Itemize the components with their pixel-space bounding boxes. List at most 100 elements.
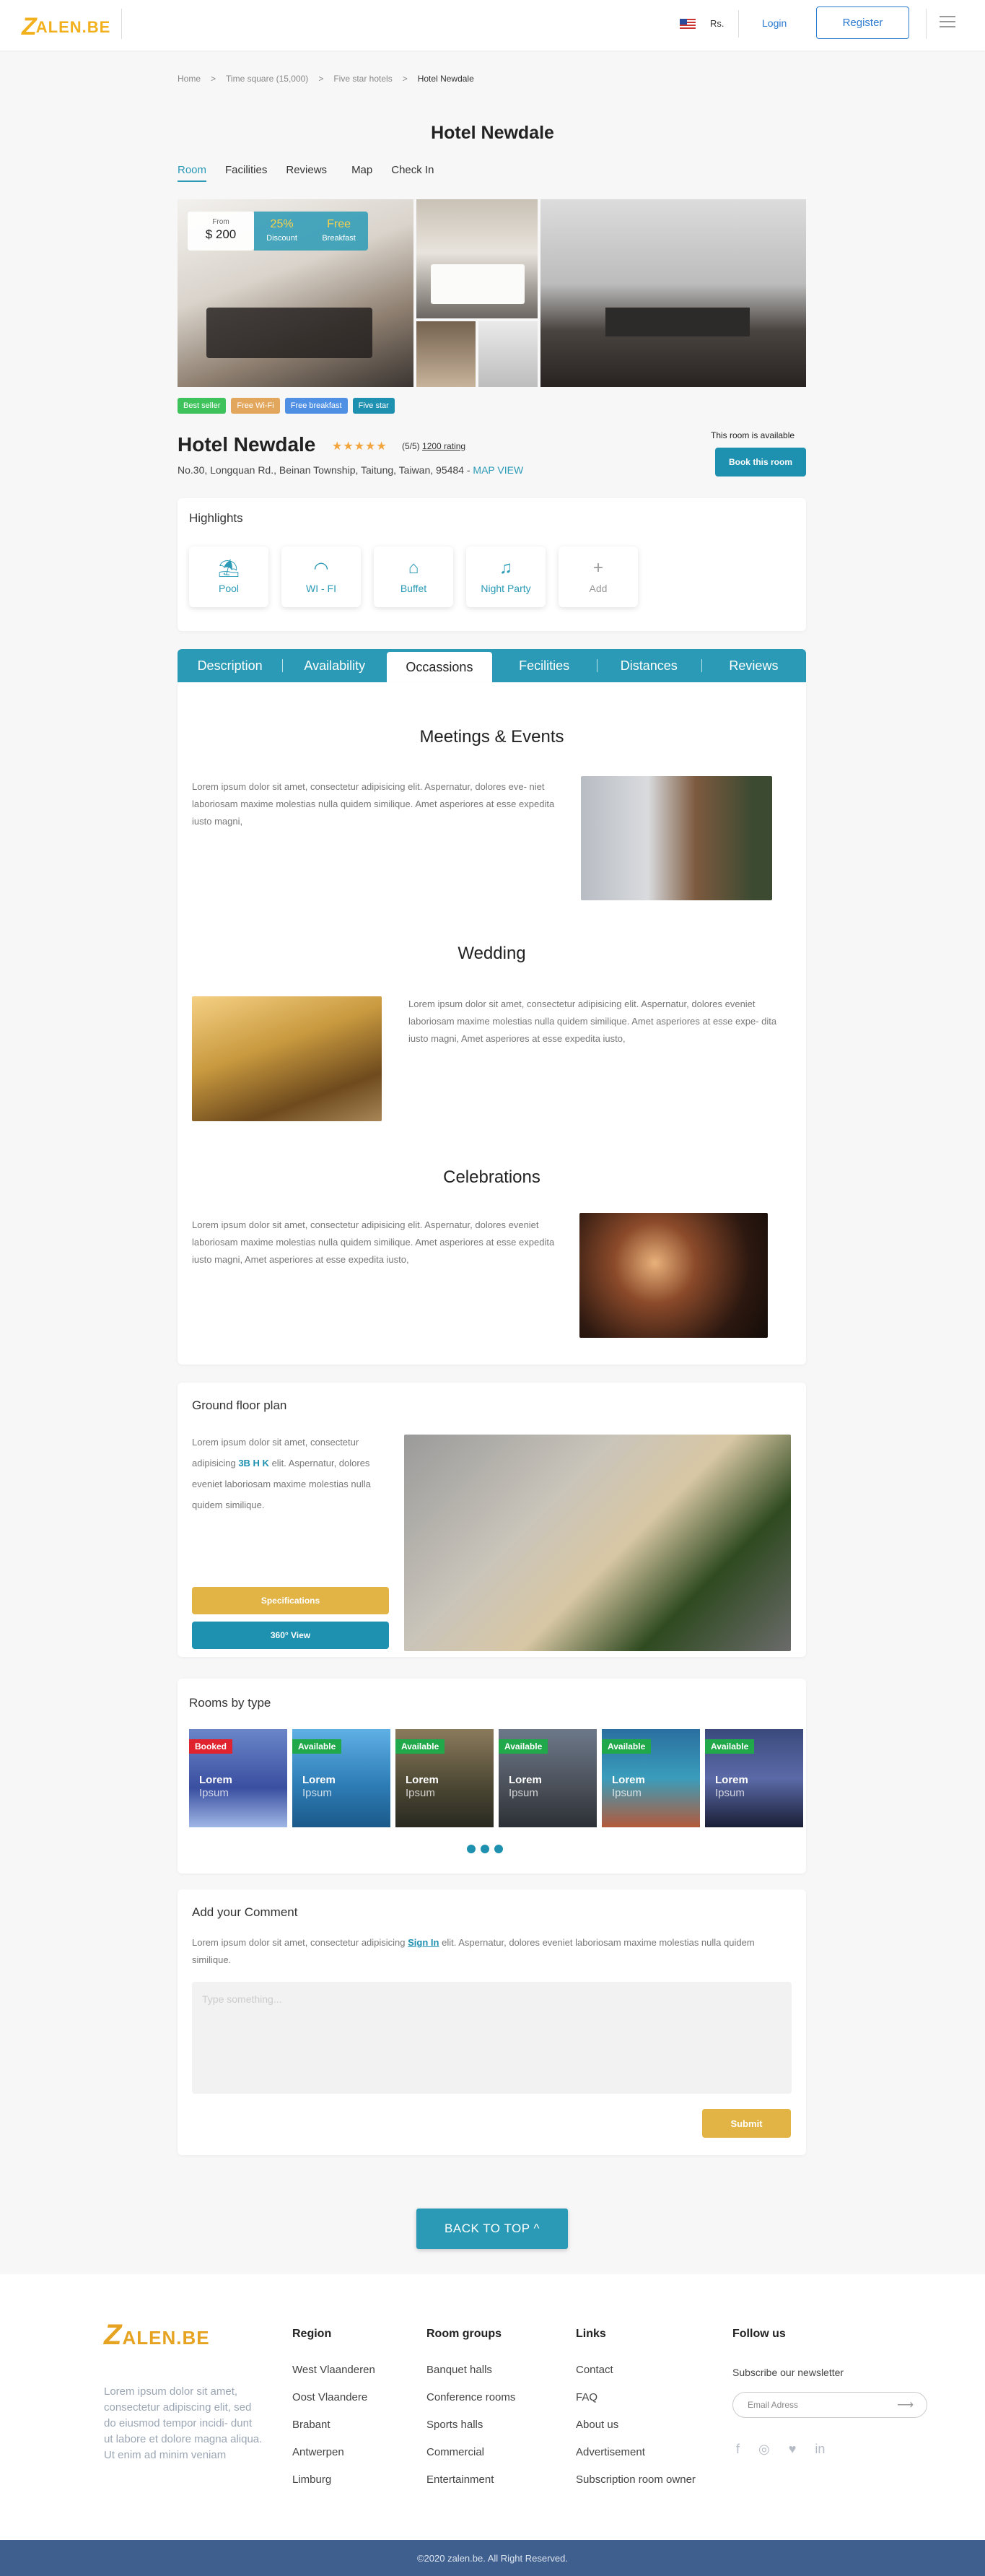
tab-description[interactable]: Description <box>178 649 282 682</box>
instagram-icon[interactable]: ◎ <box>758 2442 770 2457</box>
price-card: From $ 200 <box>188 212 254 251</box>
submit-button[interactable]: Submit <box>702 2109 791 2138</box>
highlight-wifi[interactable]: ◠ WI - FI <box>281 547 361 607</box>
carousel-dot[interactable] <box>467 1845 476 1853</box>
promo-banner: 25% Discount Free Breakfast <box>254 212 368 251</box>
availability-text: This room is available <box>711 430 795 440</box>
footer-logo[interactable]: ZALEN.BE <box>104 2319 210 2351</box>
us-flag-icon[interactable] <box>680 19 696 29</box>
footer-column-title: Region <box>292 2328 332 2340</box>
highlight-night-party[interactable]: ♫ Night Party <box>466 547 546 607</box>
party-icon: ♫ <box>499 558 512 578</box>
footer: ZALEN.BE Lorem ipsum dolor sit amet, con… <box>0 2274 985 2540</box>
address-text: No.30, Longquan Rd., Beinan Township, Ta… <box>178 464 473 476</box>
sign-in-link[interactable]: Sign In <box>408 1937 439 1948</box>
room-card[interactable]: Available Lorem Ipsum <box>395 1729 494 1827</box>
floor-plan-image[interactable] <box>404 1435 791 1651</box>
floor-plan-title: Ground floor plan <box>192 1398 287 1412</box>
footer-link[interactable]: Contact <box>576 2364 696 2376</box>
facebook-icon[interactable]: f <box>736 2442 740 2457</box>
gallery-photo-kitchen[interactable] <box>540 199 806 387</box>
footer-link[interactable]: Oost Vlaandere <box>292 2391 375 2403</box>
divider <box>738 10 739 38</box>
highlights-title: Highlights <box>189 511 243 525</box>
subnav-room[interactable]: Room <box>178 164 207 182</box>
footer-link[interactable]: FAQ <box>576 2391 696 2403</box>
room-subtitle: Ipsum <box>406 1787 435 1799</box>
gallery-photo-bedroom[interactable] <box>416 199 538 318</box>
price-from-label: From <box>212 218 229 226</box>
gallery-photo-bathroom[interactable] <box>478 321 538 387</box>
room-card[interactable]: Available Lorem Ipsum <box>602 1729 700 1827</box>
breadcrumb-time-square[interactable]: Time square (15,000) <box>226 74 308 84</box>
twitter-icon[interactable]: ♥ <box>789 2442 797 2457</box>
highlight-label: WI - FI <box>306 583 336 594</box>
back-to-top-button[interactable]: BACK TO TOP ^ <box>416 2209 568 2249</box>
subnav-facilities[interactable]: Facilities <box>225 164 267 182</box>
footer-link[interactable]: Entertainment <box>426 2473 515 2486</box>
tab-distances[interactable]: Distances <box>596 649 701 682</box>
footer-link[interactable]: Brabant <box>292 2419 375 2431</box>
book-room-button[interactable]: Book this room <box>715 448 806 477</box>
footer-column-region: Region West Vlaanderen Oost Vlaandere Br… <box>292 2328 375 2501</box>
room-card[interactable]: Available Lorem Ipsum <box>292 1729 390 1827</box>
register-button[interactable]: Register <box>816 6 909 39</box>
specifications-button[interactable]: Specifications <box>192 1587 389 1614</box>
status-badge: Available <box>395 1739 445 1754</box>
highlight-pool[interactable]: ⛱ Pool <box>189 547 268 607</box>
menu-icon[interactable] <box>940 16 955 29</box>
footer-link[interactable]: Antwerpen <box>292 2446 375 2458</box>
footer-description: Lorem ipsum dolor sit amet, consectetur … <box>104 2385 263 2461</box>
tab-occasions[interactable]: Occassions <box>387 652 492 682</box>
linkedin-icon[interactable]: in <box>815 2442 825 2457</box>
footer-logo-letter: Z <box>104 2319 123 2351</box>
room-subtitle: Ipsum <box>302 1787 332 1799</box>
hotel-tags: Best seller Free Wi-Fi Free breakfast Fi… <box>178 398 395 414</box>
price-value: $ 200 <box>205 227 237 241</box>
breadcrumb-current: Hotel Newdale <box>417 74 474 84</box>
room-card[interactable]: Booked Lorem Ipsum <box>189 1729 287 1827</box>
footer-link[interactable]: Commercial <box>426 2446 515 2458</box>
highlight-buffet[interactable]: ⌂ Buffet <box>374 547 453 607</box>
room-card[interactable]: Available Lorem Ipsum <box>705 1729 803 1827</box>
map-view-link[interactable]: MAP VIEW <box>473 464 523 476</box>
email-input[interactable]: Email Adress ⟶ <box>732 2392 927 2418</box>
logo[interactable]: Z ALEN.BE <box>22 13 110 41</box>
subnav-check-in[interactable]: Check In <box>391 164 434 182</box>
view-360-button[interactable]: 360° View <box>192 1622 389 1649</box>
currency-selector[interactable]: Rs. <box>710 18 724 29</box>
comment-textarea[interactable]: Type something... <box>192 1982 792 2094</box>
breadcrumb-five-star[interactable]: Five star hotels <box>333 74 392 84</box>
room-card[interactable]: Available Lorem Ipsum <box>499 1729 597 1827</box>
highlight-add[interactable]: + Add <box>559 547 638 607</box>
subnav-reviews[interactable]: Reviews <box>286 164 327 182</box>
footer-link[interactable]: West Vlaanderen <box>292 2364 375 2376</box>
arrow-right-icon[interactable]: ⟶ <box>897 2398 914 2412</box>
subnav-map[interactable]: Map <box>351 164 372 182</box>
logo-text: ALEN.BE <box>35 17 111 36</box>
footer-link[interactable]: Sports halls <box>426 2419 515 2431</box>
footer-link[interactable]: Limburg <box>292 2473 375 2486</box>
tag-five-star: Five star <box>352 398 395 414</box>
footer-link[interactable]: Advertisement <box>576 2446 696 2458</box>
footer-link[interactable]: About us <box>576 2419 696 2431</box>
footer-column-links: Links Contact FAQ About us Advertisement… <box>576 2328 696 2501</box>
tab-facilities[interactable]: Fecilities <box>492 649 597 682</box>
footer-link[interactable]: Conference rooms <box>426 2391 515 2403</box>
footer-link[interactable]: Subscription room owner <box>576 2473 696 2486</box>
room-title: Lorem <box>302 1774 336 1786</box>
gallery-photo-closet[interactable] <box>416 321 476 387</box>
breadcrumb-home[interactable]: Home <box>178 74 201 84</box>
divider <box>121 9 122 39</box>
rating-count-link[interactable]: 1200 rating <box>422 441 465 451</box>
tab-reviews[interactable]: Reviews <box>701 649 806 682</box>
carousel-dot[interactable] <box>494 1845 503 1853</box>
footer-link[interactable]: Banquet halls <box>426 2364 515 2376</box>
tag-free-breakfast: Free breakfast <box>284 398 348 414</box>
tab-availability[interactable]: Availability <box>282 649 387 682</box>
room-subtitle: Ipsum <box>509 1787 538 1799</box>
meetings-text: Lorem ipsum dolor sit amet, consectetur … <box>192 781 555 827</box>
rooms-title: Rooms by type <box>189 1696 271 1710</box>
carousel-dot[interactable] <box>481 1845 489 1853</box>
login-link[interactable]: Login <box>762 17 787 29</box>
